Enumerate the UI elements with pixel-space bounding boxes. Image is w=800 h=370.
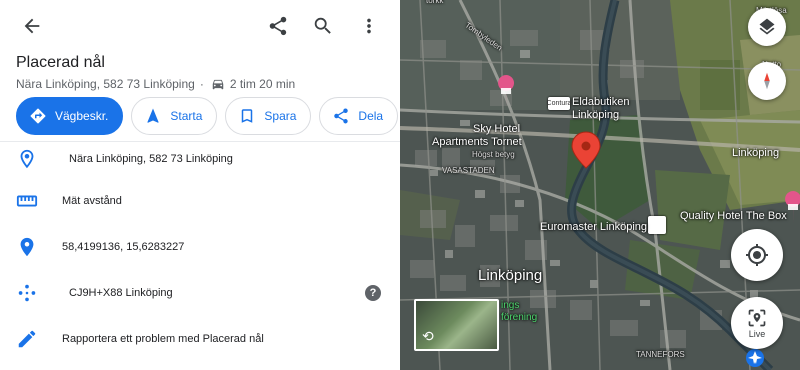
separator-dot: ·	[199, 77, 204, 91]
place-subtitle: Nära Linköping, 582 73 Linköping · 2 tim…	[16, 77, 295, 91]
map-label-top-rated: Högst betyg	[472, 150, 515, 159]
address-text: Nära Linköping, 582 73 Linköping	[69, 153, 233, 165]
share-button[interactable]	[264, 12, 292, 40]
place-title: Placerad nål	[16, 54, 105, 71]
bookmark-icon	[242, 109, 253, 123]
street-view-thumbnail[interactable]: ⟲	[414, 299, 499, 351]
map-label-linkoping-ne: Linköping	[732, 147, 780, 159]
compass-button[interactable]	[748, 62, 786, 100]
share-icon	[269, 16, 287, 36]
drive-time: 2 tim 20 min	[229, 77, 296, 91]
map-label-forening-2: förening	[501, 312, 538, 323]
map-label-forening-1: ings	[501, 300, 520, 311]
top-bar	[0, 0, 400, 52]
save-button[interactable]: Spara	[225, 97, 312, 135]
live-view-button[interactable]: Live	[731, 297, 783, 349]
location-pin-icon	[16, 236, 38, 258]
more-vert-icon	[367, 18, 371, 34]
street-view-icon: ⟲	[422, 328, 434, 344]
layers-button[interactable]	[748, 8, 786, 46]
directions-label: Vägbeskr.	[55, 109, 109, 123]
map-label-tannefors: TANNEFORS	[636, 350, 685, 359]
share-icon	[334, 108, 349, 124]
place-panel: Placerad nål Nära Linköping, 582 73 Link…	[0, 0, 400, 370]
map-label-sky-hotel-2: Apartments Tornet	[432, 136, 522, 148]
plus-code-icon	[16, 282, 38, 304]
start-button[interactable]: Starta	[131, 97, 218, 135]
ruler-icon	[16, 190, 38, 212]
map-label-top: torkk	[426, 0, 444, 5]
live-view-label: Live	[748, 328, 766, 339]
map-label-eldabutiken: Eldabutiken	[572, 96, 630, 108]
plus-code-text: CJ9H+X88 Linköping	[69, 287, 173, 299]
report-problem-row[interactable]: Rapportera ett problem med Placerad nål	[0, 317, 400, 361]
map-label-vasastaden: VASASTADEN	[442, 166, 495, 175]
back-button[interactable]	[18, 12, 46, 40]
business-logo	[648, 216, 666, 234]
map-label-euromaster: Euromaster Linköping	[540, 221, 648, 233]
map-label-sky-hotel: Sky Hotel	[473, 123, 521, 135]
search-icon	[314, 17, 331, 34]
directions-button[interactable]: Vägbeskr.	[16, 97, 124, 135]
report-problem-text: Rapportera ett problem med Placerad nål	[62, 333, 264, 345]
place-address-short: Nära Linköping, 582 73 Linköping	[16, 77, 195, 91]
share-chip-button[interactable]: Dela	[319, 97, 399, 135]
layers-icon	[759, 18, 775, 35]
compass-icon	[764, 72, 770, 90]
save-label: Spara	[264, 109, 297, 123]
coordinates-text: 58,4199136, 15,6283227	[62, 241, 185, 253]
contura-logo: Contura	[547, 97, 571, 110]
map-label-linkoping: Linköping	[478, 267, 543, 284]
action-chips: Vägbeskr. Starta Spara Dela	[16, 97, 400, 135]
plus-code-row[interactable]: CJ9H+X88 Linköping ?	[0, 271, 400, 315]
map-label-eldabutiken-city: Linköping	[572, 109, 620, 121]
location-pin-outline-icon	[16, 148, 38, 170]
map-label-quality-hotel: Quality Hotel The Box	[680, 210, 787, 222]
search-button[interactable]	[309, 12, 337, 40]
help-icon[interactable]: ?	[365, 285, 381, 301]
share-chip-label: Dela	[358, 109, 384, 123]
navigation-arrow-icon	[147, 108, 159, 123]
edit-pencil-icon	[16, 328, 38, 350]
measure-distance-text: Mät avstånd	[62, 195, 122, 207]
live-view-icon	[748, 309, 766, 326]
address-row[interactable]: Nära Linköping, 582 73 Linköping	[0, 137, 400, 181]
my-location-button[interactable]	[731, 229, 783, 281]
airport-marker[interactable]	[746, 349, 764, 367]
satellite-map[interactable]: torkk Tombyleden Netto Mörtlösa Contura …	[400, 0, 800, 370]
start-label: Starta	[170, 109, 203, 123]
directions-icon	[30, 108, 46, 124]
car-icon	[212, 79, 224, 90]
coordinates-row[interactable]: 58,4199136, 15,6283227	[0, 225, 400, 269]
arrow-back-icon	[24, 18, 40, 34]
more-options-button[interactable]	[355, 12, 383, 40]
my-location-icon	[746, 244, 768, 266]
measure-distance-row[interactable]: Mät avstånd	[0, 179, 400, 223]
